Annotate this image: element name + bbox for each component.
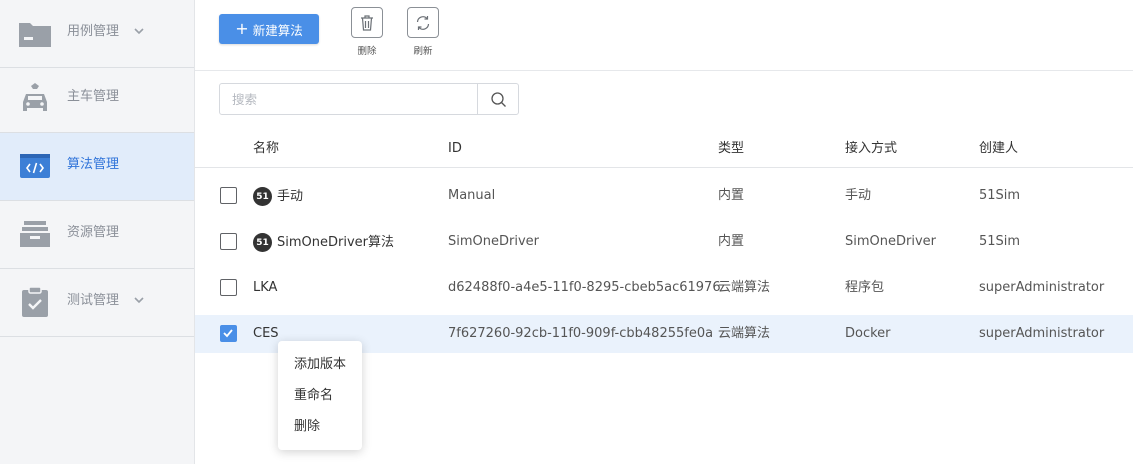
column-header-creator[interactable]: 创建人 <box>979 140 1018 158</box>
algorithm-creator: 51Sim <box>979 188 1021 203</box>
trash-icon <box>361 14 373 31</box>
search-input[interactable] <box>220 84 477 114</box>
clipboard-check-icon <box>22 286 48 317</box>
algorithm-name: 手动 <box>277 188 304 204</box>
row-checkbox[interactable] <box>220 233 237 250</box>
table-row[interactable]: 51 SimOneDriver算法 SimOneDriver 内置 SimOne… <box>195 223 1133 261</box>
new-algorithm-label: 新建算法 <box>252 22 303 38</box>
algorithm-name: SimOneDriver算法 <box>277 234 395 250</box>
sidebar-item-label: 主车管理 <box>67 89 120 104</box>
delete-label: 删除 <box>357 46 377 57</box>
row-checkbox[interactable] <box>220 187 237 204</box>
search-box <box>219 83 519 115</box>
algorithm-type: 云端算法 <box>718 280 771 295</box>
menu-item-add-version[interactable]: 添加版本 <box>294 356 346 374</box>
menu-item-rename[interactable]: 重命名 <box>294 387 333 405</box>
algorithm-creator: superAdministrator <box>979 326 1105 341</box>
tray-icon <box>20 221 50 247</box>
sidebar-item-test-management[interactable]: 测试管理 <box>0 269 194 337</box>
delete-button-box <box>351 7 383 38</box>
sidebar-item-case-management[interactable]: 用例管理 <box>0 0 194 68</box>
51sim-logo-icon: 51 <box>253 187 272 206</box>
refresh-button[interactable]: 刷新 <box>407 7 439 57</box>
search-icon <box>490 91 506 107</box>
sidebar-item-label: 用例管理 <box>67 24 120 39</box>
name-cell: 51 手动 <box>253 187 303 206</box>
sidebar-item-label: 资源管理 <box>67 225 120 240</box>
sidebar-item-algorithm-management[interactable]: 算法管理 <box>0 133 194 201</box>
column-header-id[interactable]: ID <box>448 140 462 158</box>
checkmark-icon <box>223 329 233 338</box>
algorithm-id: 7f627260-92cb-11f0-909f-cbb48255fe0a <box>448 326 714 341</box>
code-icon <box>20 154 50 178</box>
sidebar-item-vehicle-management[interactable]: 主车管理 <box>0 65 194 133</box>
sidebar-item-label: 测试管理 <box>67 293 120 308</box>
algorithm-type: 云端算法 <box>718 326 771 341</box>
column-header-name[interactable]: 名称 <box>253 140 279 158</box>
algorithm-access: Docker <box>845 326 891 341</box>
plus-icon: + <box>235 19 249 38</box>
name-cell: 51 SimOneDriver算法 <box>253 233 394 252</box>
column-header-type[interactable]: 类型 <box>718 140 744 158</box>
algorithm-name: LKA <box>253 280 278 295</box>
chevron-down-icon <box>134 297 144 304</box>
algorithm-id: SimOneDriver <box>448 234 539 249</box>
table-row[interactable]: 51 手动 Manual 内置 手动 51Sim <box>195 177 1133 215</box>
algorithm-id: d62488f0-a4e5-11f0-8295-cbeb5ac61976 <box>448 280 721 295</box>
51sim-logo-icon: 51 <box>253 233 272 252</box>
folder-icon <box>19 23 51 47</box>
refresh-label: 刷新 <box>413 46 433 57</box>
context-menu: 添加版本 重命名 删除 <box>278 341 362 450</box>
algorithm-creator: superAdministrator <box>979 280 1105 295</box>
table-header: 名称 ID 类型 接入方式 创建人 <box>195 130 1133 168</box>
refresh-icon <box>416 15 430 30</box>
delete-button[interactable]: 删除 <box>351 7 383 57</box>
algorithm-access: 手动 <box>845 188 872 203</box>
column-header-access[interactable]: 接入方式 <box>845 140 897 158</box>
row-checkbox[interactable] <box>220 279 237 296</box>
search-button[interactable] <box>477 84 518 114</box>
sidebar-item-label: 算法管理 <box>67 157 120 172</box>
algorithm-type: 内置 <box>718 234 745 249</box>
sidebar: 用例管理 主车管理 算法管理 资源管理 测试管理 <box>0 0 195 464</box>
refresh-button-box <box>407 7 439 38</box>
car-icon <box>23 83 47 111</box>
toolbar: + 新建算法 删除 刷新 <box>195 0 1133 71</box>
algorithm-id: Manual <box>448 188 496 203</box>
row-checkbox[interactable] <box>220 325 237 342</box>
name-cell: CES <box>253 325 279 343</box>
algorithm-name: CES <box>253 326 279 341</box>
sidebar-item-resource-management[interactable]: 资源管理 <box>0 201 194 269</box>
table-row[interactable]: LKA d62488f0-a4e5-11f0-8295-cbeb5ac61976… <box>195 269 1133 307</box>
algorithm-creator: 51Sim <box>979 234 1021 249</box>
app-root: 用例管理 主车管理 算法管理 资源管理 测试管理 + 新建算法 删除 刷新 搜索… <box>0 0 1133 464</box>
new-algorithm-button[interactable]: + 新建算法 <box>219 14 319 44</box>
algorithm-access: SimOneDriver <box>845 234 936 249</box>
menu-item-delete[interactable]: 删除 <box>294 418 320 436</box>
algorithm-access: 程序包 <box>845 280 885 295</box>
name-cell: LKA <box>253 279 277 297</box>
algorithm-type: 内置 <box>718 188 745 203</box>
chevron-down-icon <box>134 28 144 35</box>
